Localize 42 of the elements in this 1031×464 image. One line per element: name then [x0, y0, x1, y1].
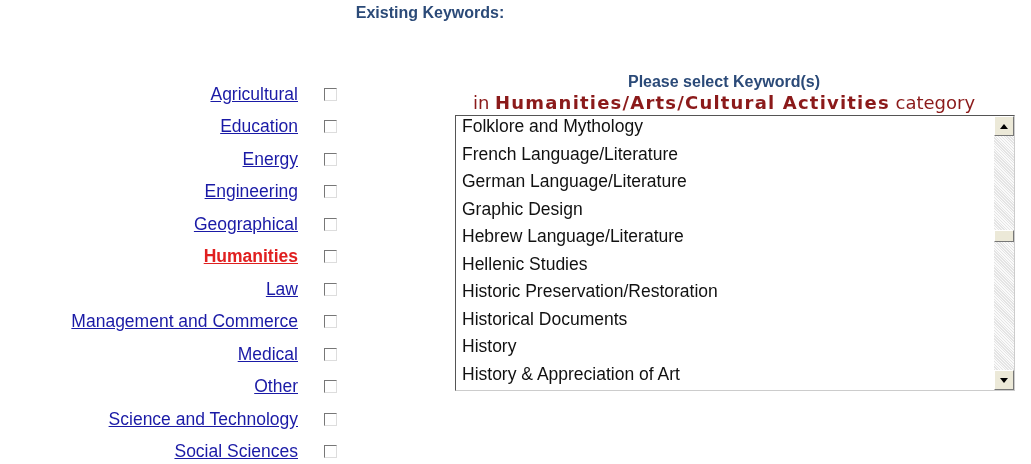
category-subheading: in Humanities/Arts/Cultural Activities category — [472, 92, 976, 113]
category-checkbox[interactable] — [323, 412, 337, 426]
category-link[interactable]: Social Sciences — [174, 441, 298, 463]
category-link[interactable]: Management and Commerce — [71, 311, 298, 333]
scroll-down-icon[interactable] — [994, 370, 1014, 390]
keyword-option[interactable]: French Language/Literature — [456, 140, 994, 168]
category-checkbox[interactable] — [323, 87, 337, 101]
keyword-option[interactable]: Hebrew Language/Literature — [456, 223, 994, 251]
category-checkbox[interactable] — [323, 217, 337, 231]
scroll-thumb[interactable] — [994, 230, 1014, 242]
keyword-option[interactable]: Graphic Design — [456, 195, 994, 223]
category-checkbox[interactable] — [323, 315, 337, 329]
category-checkbox[interactable] — [323, 152, 337, 166]
category-link[interactable]: Education — [220, 116, 298, 138]
keyword-option[interactable]: German Language/Literature — [456, 168, 994, 196]
category-checkbox[interactable] — [323, 120, 337, 134]
category-link[interactable]: Agricultural — [210, 83, 298, 105]
category-link[interactable]: Engineering — [204, 181, 298, 203]
keyword-option[interactable]: History & Appreciation of Art — [456, 360, 994, 388]
category-checkbox[interactable] — [323, 250, 337, 264]
category-link[interactable]: Medical — [237, 343, 298, 365]
keyword-listbox[interactable] — [455, 115, 1015, 391]
category-checkbox[interactable] — [323, 380, 337, 394]
category-checkbox[interactable] — [323, 347, 337, 361]
keyword-option[interactable]: Historical Documents — [456, 305, 994, 333]
keyword-option[interactable]: History — [456, 333, 994, 361]
keyword-option[interactable]: Folklore and Mythology — [456, 116, 994, 141]
page-title: Existing Keywords: — [355, 4, 505, 21]
category-link[interactable]: Geographical — [193, 213, 298, 235]
category-checkbox[interactable] — [323, 185, 337, 199]
category-link[interactable]: Law — [265, 278, 298, 300]
category-link[interactable]: Energy — [242, 148, 298, 170]
category-link[interactable]: Other — [254, 376, 298, 398]
category-link[interactable]: Humanities — [203, 246, 298, 268]
scroll-up-icon[interactable] — [994, 116, 1014, 136]
scrollbar[interactable] — [994, 116, 1014, 390]
keyword-option[interactable]: Hellenic Studies — [456, 250, 994, 278]
keyword-option[interactable]: Historic Preservation/Restoration — [456, 278, 994, 306]
category-checkbox[interactable] — [323, 282, 337, 296]
keyword-heading: Please select Keyword(s) — [627, 73, 821, 91]
category-link[interactable]: Science and Technology — [108, 408, 298, 430]
category-checkbox[interactable] — [323, 445, 337, 459]
